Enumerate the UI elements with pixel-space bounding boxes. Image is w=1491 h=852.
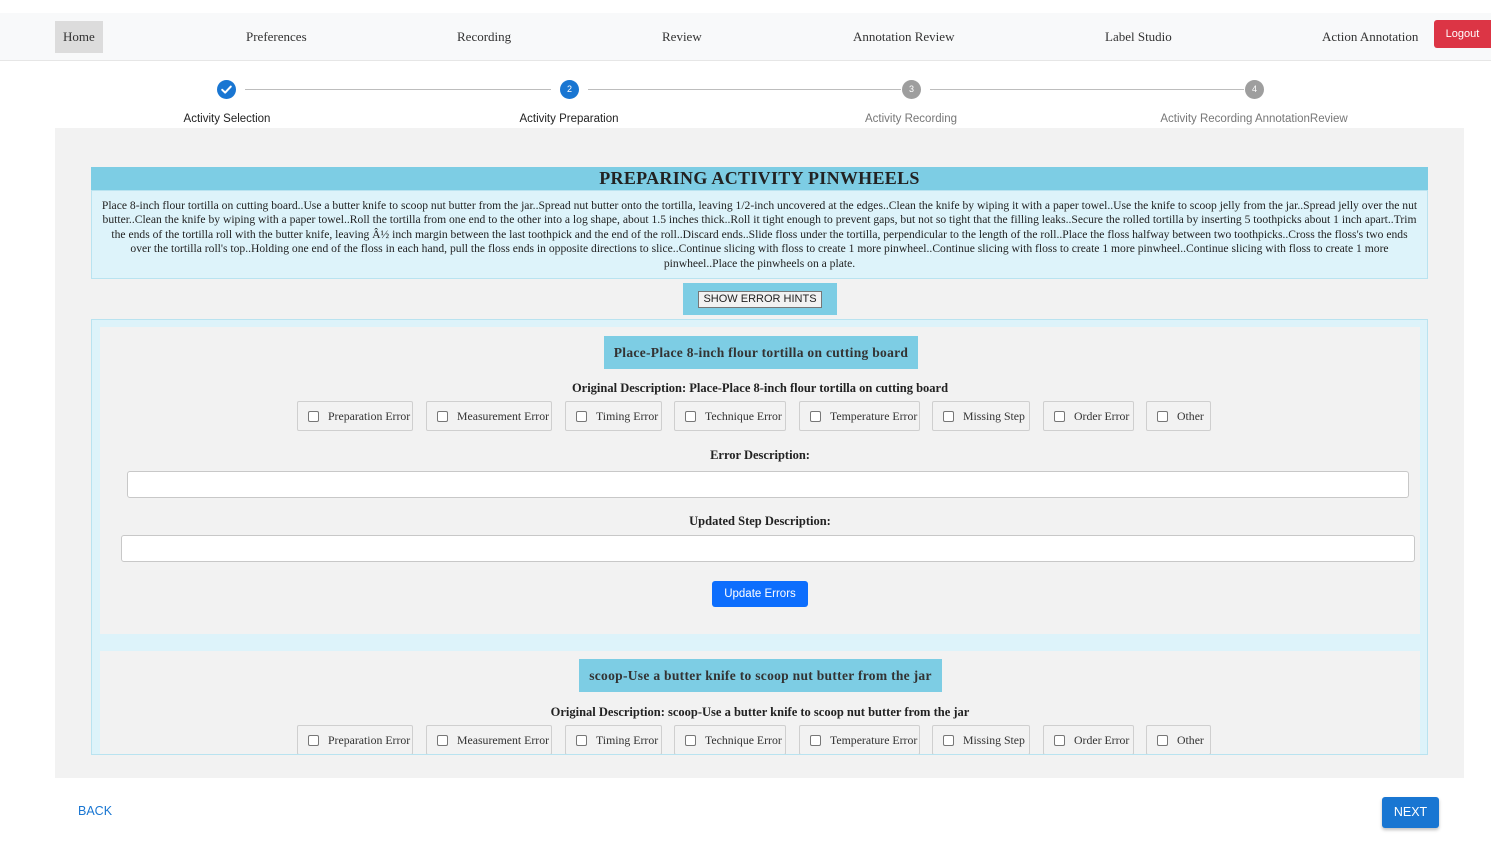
error-option-preparation[interactable]: Preparation Error — [297, 725, 413, 754]
next-button[interactable]: NEXT — [1382, 797, 1439, 828]
checkbox[interactable] — [308, 735, 319, 746]
error-option-label: Missing Step — [963, 409, 1025, 423]
update-errors-button[interactable]: Update Errors — [712, 581, 808, 607]
check-icon — [221, 85, 232, 94]
checkbox[interactable] — [576, 411, 587, 422]
original-description: Original Description: scoop-Use a butter… — [550, 705, 970, 719]
logout-button[interactable]: Logout — [1434, 20, 1491, 48]
error-option-label: Preparation Error — [328, 409, 411, 423]
checkbox[interactable] — [576, 735, 587, 746]
error-option-technique[interactable]: Technique Error — [674, 725, 786, 754]
checkbox[interactable] — [810, 735, 821, 746]
checkbox[interactable] — [308, 411, 319, 422]
activity-title: PREPARING ACTIVITY PINWHEELS — [91, 167, 1428, 190]
error-option-measurement[interactable]: Measurement Error — [426, 725, 552, 754]
step-4-circle: 4 — [1245, 80, 1264, 99]
step-card-title: Place-Place 8-inch flour tortilla on cut… — [604, 336, 918, 369]
error-option-other[interactable]: Other — [1146, 725, 1211, 754]
error-option-temperature[interactable]: Temperature Error — [799, 401, 920, 431]
nav-recording[interactable]: Recording — [457, 21, 511, 53]
step-3-label: Activity Recording — [864, 113, 958, 125]
error-option-measurement[interactable]: Measurement Error — [426, 401, 552, 431]
show-error-hints-button[interactable]: SHOW ERROR HINTS — [698, 291, 822, 308]
checkbox[interactable] — [1157, 411, 1168, 422]
original-description: Original Description: Place-Place 8-inch… — [571, 381, 949, 395]
nav-label-studio[interactable]: Label Studio — [1105, 21, 1172, 53]
step-3-circle: 3 — [902, 80, 921, 99]
checkbox[interactable] — [1054, 411, 1065, 422]
step-1-label: Activity Selection — [183, 113, 271, 125]
error-description-label: Error Description: — [710, 448, 810, 462]
step-1-circle — [217, 80, 236, 99]
stepper-connector — [930, 89, 1244, 90]
nav-preferences[interactable]: Preferences — [246, 21, 307, 53]
checkbox[interactable] — [437, 735, 448, 746]
nav-home[interactable]: Home — [55, 21, 103, 53]
error-option-other[interactable]: Other — [1146, 401, 1211, 431]
error-option-temperature[interactable]: Temperature Error — [799, 725, 920, 754]
error-option-label: Temperature Error — [830, 409, 918, 423]
error-option-missing-step[interactable]: Missing Step — [932, 725, 1030, 754]
error-option-label: Technique Error — [705, 409, 782, 423]
nav-action-annotation[interactable]: Action Annotation — [1322, 21, 1418, 53]
error-option-label: Temperature Error — [830, 733, 918, 747]
checkbox[interactable] — [685, 411, 696, 422]
step-2-label: Activity Preparation — [519, 113, 619, 125]
nav-annotation-review[interactable]: Annotation Review — [853, 21, 954, 53]
error-option-label: Timing Error — [596, 409, 659, 423]
step-4-label: Activity Recording AnnotationReview — [1160, 113, 1348, 125]
error-description-field[interactable] — [127, 471, 1409, 498]
step-2-circle: 2 — [560, 80, 579, 99]
checkbox[interactable] — [943, 735, 954, 746]
step-card: Place-Place 8-inch flour tortilla on cut… — [100, 327, 1420, 634]
error-option-label: Technique Error — [705, 733, 782, 747]
step-card-title: scoop-Use a butter knife to scoop nut bu… — [579, 659, 942, 692]
nav-review[interactable]: Review — [662, 21, 702, 53]
error-option-label: Order Error — [1074, 733, 1130, 747]
error-option-missing-step[interactable]: Missing Step — [932, 401, 1030, 431]
error-option-label: Timing Error — [596, 733, 659, 747]
step-cards-scroll[interactable]: Place-Place 8-inch flour tortilla on cut… — [91, 319, 1428, 755]
back-button[interactable]: BACK — [78, 804, 112, 818]
progress-stepper: 2 3 4 Activity Selection Activity Prepar… — [0, 62, 1491, 128]
error-option-timing[interactable]: Timing Error — [565, 401, 662, 431]
error-option-label: Preparation Error — [328, 733, 411, 747]
updated-step-field[interactable] — [121, 535, 1415, 562]
stepper-connector — [245, 89, 551, 90]
error-option-label: Other — [1177, 409, 1204, 423]
checkbox[interactable] — [1054, 735, 1065, 746]
step-card: scoop-Use a butter knife to scoop nut bu… — [100, 651, 1420, 754]
error-option-order[interactable]: Order Error — [1043, 725, 1134, 754]
error-hints-container: SHOW ERROR HINTS — [683, 283, 837, 315]
error-option-label: Other — [1177, 733, 1204, 747]
error-option-label: Measurement Error — [457, 733, 550, 747]
error-option-technique[interactable]: Technique Error — [674, 401, 786, 431]
updated-step-label: Updated Step Description: — [689, 514, 831, 528]
error-option-order[interactable]: Order Error — [1043, 401, 1134, 431]
error-option-label: Order Error — [1074, 409, 1130, 423]
checkbox[interactable] — [1157, 735, 1168, 746]
stepper-connector — [588, 89, 901, 90]
error-option-timing[interactable]: Timing Error — [565, 725, 662, 754]
activity-description: Place 8-inch flour tortilla on cutting b… — [91, 190, 1428, 279]
top-navbar: Home Preferences Recording Review Annota… — [0, 13, 1491, 61]
error-option-label: Measurement Error — [457, 409, 550, 423]
checkbox[interactable] — [437, 411, 448, 422]
checkbox[interactable] — [685, 735, 696, 746]
checkbox[interactable] — [810, 411, 821, 422]
error-option-preparation[interactable]: Preparation Error — [297, 401, 413, 431]
main-panel: PREPARING ACTIVITY PINWHEELS Place 8-inc… — [55, 128, 1464, 778]
checkbox[interactable] — [943, 411, 954, 422]
error-option-label: Missing Step — [963, 733, 1025, 747]
